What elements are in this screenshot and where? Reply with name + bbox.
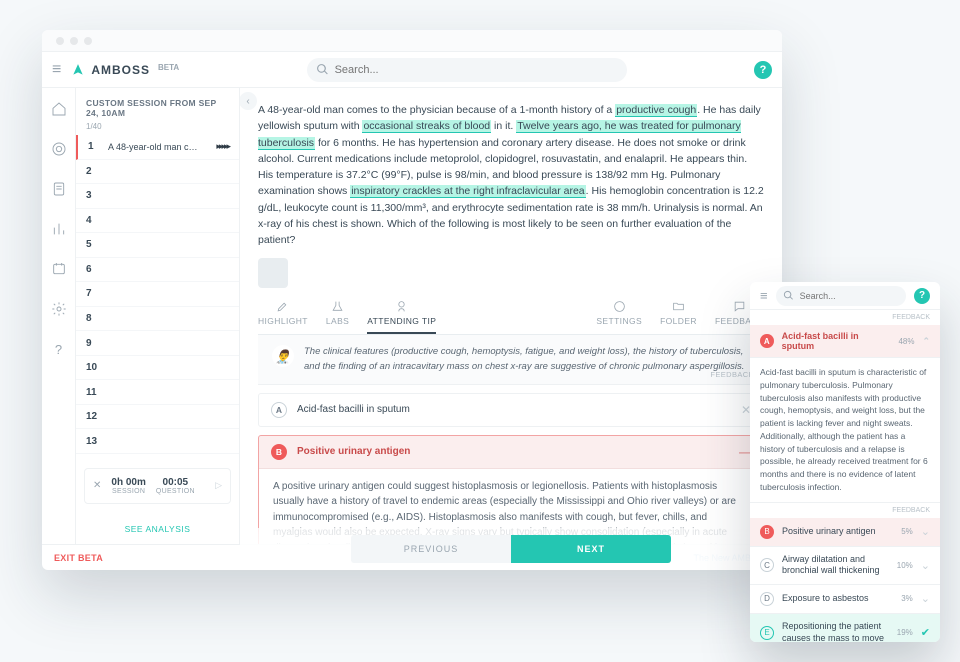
option-label: Acid-fast bacilli in sputum — [782, 331, 891, 351]
mobile-window: ≡ ? FEEDBACK A Acid-fast bacilli in sput… — [750, 282, 940, 642]
help-button[interactable]: ? — [754, 61, 772, 79]
question-row[interactable]: 3 — [76, 184, 239, 209]
option-label: Positive urinary antigen — [297, 446, 410, 457]
question-row[interactable]: 5 — [76, 233, 239, 258]
tab-folder[interactable]: FOLDER — [660, 300, 697, 334]
attending-tip-box: 👨‍⚕️ The clinical features (productive c… — [258, 335, 764, 385]
option-percent: 48% — [898, 337, 914, 346]
main-content: ‹ A 48-year-old man comes to the physici… — [240, 88, 782, 544]
menu-icon[interactable]: ≡ — [760, 288, 768, 303]
highlight-span[interactable]: inspiratory crackles at the right infrac… — [350, 185, 585, 198]
mobile-topbar: ≡ ? — [750, 282, 940, 310]
menu-icon[interactable]: ≡ — [52, 61, 61, 79]
doctor-icon: 👨‍⚕️ — [272, 345, 294, 367]
nav-rail: ? — [42, 88, 76, 544]
layout-body: ? CUSTOM SESSION FROM SEP 24, 10AM 1/40 … — [42, 88, 782, 544]
brand-text: AMBOSS — [91, 63, 150, 77]
chrome-dot — [56, 37, 64, 45]
question-preview: A 48-year-old man c… — [108, 142, 208, 152]
feedback-label[interactable]: FEEDBACK — [750, 503, 940, 518]
answer-option-a[interactable]: A Acid-fast bacilli in sputum ✕ — [258, 393, 764, 427]
question-row[interactable]: 11 — [76, 380, 239, 405]
question-row[interactable]: 8 — [76, 307, 239, 332]
beta-tag: BETA — [158, 63, 179, 72]
browser-window: ≡ AMBOSS BETA ? ? CUSTOM SESSION FROM — [42, 30, 782, 570]
question-stem: A 48-year-old man comes to the physician… — [258, 102, 764, 248]
question-row[interactable]: 1 A 48-year-old man c… ▸▸▸▸▸ — [76, 135, 239, 160]
close-icon[interactable]: ✕ — [93, 480, 101, 491]
answer-option-e[interactable]: E Repositioning the patient causes the m… — [750, 614, 940, 642]
tab-highlight[interactable]: HIGHLIGHT — [258, 300, 308, 334]
help-button[interactable]: ? — [914, 288, 930, 304]
previous-button[interactable]: PREVIOUS — [351, 535, 511, 563]
stats-icon[interactable] — [50, 220, 68, 238]
search-input[interactable] — [307, 58, 627, 82]
option-label: Acid-fast bacilli in sputum — [297, 404, 410, 415]
feedback-label[interactable]: FEEDBACK — [750, 310, 940, 325]
next-button[interactable]: NEXT — [511, 535, 671, 563]
tab-attending-tip[interactable]: ATTENDING TIP — [367, 300, 436, 334]
option-letter: A — [760, 334, 774, 348]
see-analysis-link[interactable]: SEE ANALYSIS — [76, 518, 239, 544]
question-row[interactable]: 13 — [76, 429, 239, 454]
tab-labs[interactable]: LABS — [326, 300, 349, 334]
question-row[interactable]: 12 — [76, 405, 239, 430]
session-time: 0h 00m — [111, 477, 145, 488]
search-icon — [783, 290, 794, 301]
question-row[interactable]: 6 — [76, 258, 239, 283]
chevron-down-icon: ⌄ — [921, 592, 930, 605]
question-row[interactable]: 7 — [76, 282, 239, 307]
timer-panel: ✕ 0h 00m SESSION 00:05 QUESTION ▷ — [84, 468, 231, 504]
chevron-down-icon: ⌄ — [921, 559, 930, 572]
question-row[interactable]: 9 — [76, 331, 239, 356]
option-letter: B — [271, 444, 287, 460]
session-progress: 1/40 — [76, 122, 239, 135]
xray-thumbnail[interactable] — [258, 258, 288, 288]
answer-option-b[interactable]: B Positive urinary antigen 5% ⌄ — [750, 518, 940, 547]
nav-buttons: PREVIOUS NEXT — [240, 528, 782, 570]
window-chrome — [42, 30, 782, 52]
highlight-span[interactable]: productive cough — [615, 104, 697, 117]
answer-option-c[interactable]: C Airway dilatation and bronchial wall t… — [750, 547, 940, 585]
folder-icon[interactable] — [50, 260, 68, 278]
play-icon[interactable]: ▷ — [215, 480, 222, 491]
question-icon[interactable]: ? — [50, 340, 68, 358]
chevron-up-icon: ⌃ — [922, 336, 930, 347]
answer-option-a[interactable]: A Acid-fast bacilli in sputum 48% ⌃ — [750, 325, 940, 358]
chevron-down-icon: ⌄ — [921, 525, 930, 538]
tip-text: The clinical features (productive cough,… — [304, 345, 750, 374]
answer-option-d[interactable]: D Exposure to asbestos 3% ⌄ — [750, 585, 940, 614]
brand-logo[interactable]: AMBOSS BETA — [71, 63, 179, 77]
search-icon — [316, 63, 329, 76]
option-letter: A — [271, 402, 287, 418]
tab-settings[interactable]: SETTINGS — [596, 300, 642, 334]
tool-tabs: HIGHLIGHT LABS ATTENDING TIP SETTINGS FO… — [258, 300, 764, 335]
logo-icon — [71, 63, 85, 77]
home-icon[interactable] — [50, 100, 68, 118]
session-title: CUSTOM SESSION FROM SEP 24, 10AM — [76, 88, 239, 122]
chrome-dot — [70, 37, 78, 45]
exit-beta-link[interactable]: EXIT BETA — [54, 553, 103, 563]
session-sidebar: CUSTOM SESSION FROM SEP 24, 10AM 1/40 1 … — [76, 88, 240, 544]
search-input[interactable] — [776, 286, 906, 306]
difficulty-icon: ▸▸▸▸▸ — [216, 141, 229, 152]
option-explanation: Acid-fast bacilli in sputum is character… — [750, 358, 940, 503]
target-icon[interactable] — [50, 140, 68, 158]
question-row[interactable]: 2 — [76, 160, 239, 185]
highlight-span[interactable]: occasional streaks of blood — [362, 120, 491, 133]
question-row[interactable]: 4 — [76, 209, 239, 234]
feedback-link[interactable]: FEEDBACK — [710, 369, 754, 380]
top-bar: ≡ AMBOSS BETA ? — [42, 52, 782, 88]
chrome-dot — [84, 37, 92, 45]
question-row[interactable]: 10 — [76, 356, 239, 381]
settings-icon[interactable] — [50, 300, 68, 318]
notes-icon[interactable] — [50, 180, 68, 198]
question-time: 00:05 — [156, 477, 195, 488]
check-icon: ✔ — [921, 626, 930, 639]
question-number: 1 — [88, 141, 100, 152]
